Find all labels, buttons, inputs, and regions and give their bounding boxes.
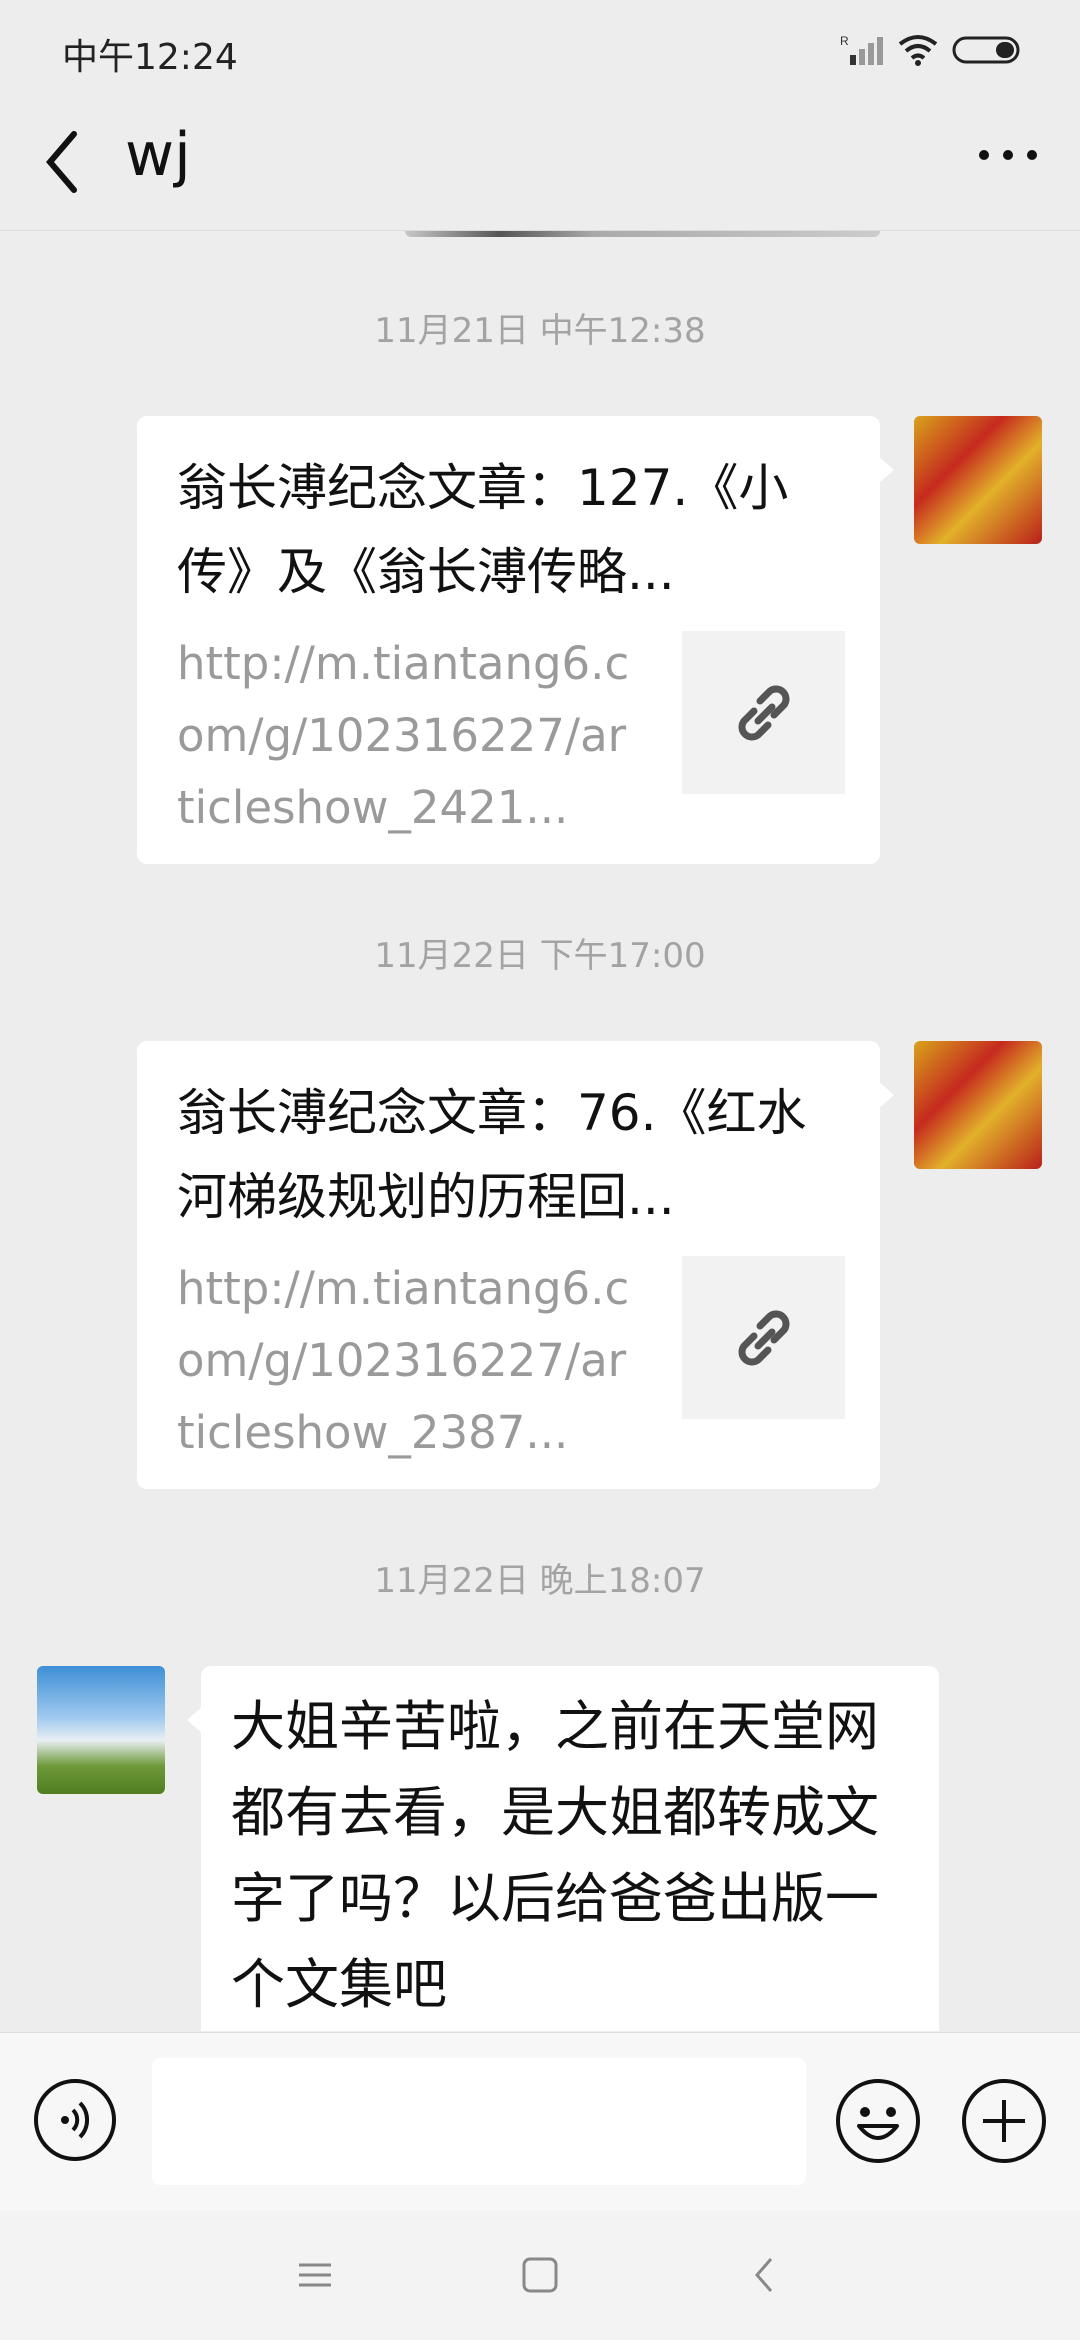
link-card-message[interactable]: 翁长溥纪念文章：127.《小传》及《翁长溥传略... http://m.tian…: [137, 416, 894, 864]
my-avatar[interactable]: [914, 416, 1042, 544]
emoji-icon[interactable]: [835, 2078, 921, 2164]
input-bar: [0, 2032, 1080, 2211]
battery-icon: [952, 36, 1020, 64]
status-time: 中午12:24: [62, 37, 238, 78]
chat-header: wj: [0, 100, 1080, 231]
link-thumbnail: [682, 631, 845, 794]
menu-icon[interactable]: [293, 2253, 337, 2297]
message-input[interactable]: [152, 2058, 806, 2185]
status-bar: 中午12:24 R: [0, 0, 1080, 100]
back-icon[interactable]: [743, 2253, 787, 2297]
back-chevron-icon[interactable]: [40, 122, 100, 202]
message-text: 大姐辛苦啦，之前在天堂网都有去看，是大姐都转成文字了吗？以后给爸爸出版一个文集吧: [231, 1695, 879, 2016]
text-message-bubble[interactable]: 大姐辛苦啦，之前在天堂网都有去看，是大姐都转成文字了吗？以后给爸爸出版一个文集吧: [187, 1666, 939, 2031]
link-url: http://m.tiantang6.com/g/102316227/artic…: [177, 1262, 630, 1459]
link-icon: [738, 685, 789, 740]
timestamp: 11月21日 中午12:38: [374, 311, 706, 351]
svg-text:R: R: [840, 34, 849, 48]
timestamp: 11月22日 下午17:00: [374, 936, 706, 976]
my-avatar[interactable]: [914, 1041, 1042, 1169]
link-card-message[interactable]: 翁长溥纪念文章：76.《红水河梯级规划的历程回... http://m.tian…: [137, 1041, 894, 1489]
contact-avatar[interactable]: [37, 1666, 165, 1794]
wifi-icon: [898, 35, 938, 66]
link-thumbnail: [682, 1256, 845, 1419]
link-title: 翁长溥纪念文章：127.《小传》及《翁长溥传略...: [177, 459, 789, 601]
link-icon: [738, 1310, 789, 1365]
plus-icon[interactable]: [961, 2078, 1047, 2164]
link-url: http://m.tiantang6.com/g/102316227/artic…: [177, 637, 630, 834]
chat-area[interactable]: 11月21日 中午12:38 翁长溥纪念文章：127.《小传》及《翁长溥传略..…: [0, 231, 1080, 2031]
home-icon[interactable]: [518, 2253, 562, 2297]
more-dots-icon[interactable]: [978, 145, 1038, 165]
timestamp: 11月22日 晚上18:07: [374, 1561, 706, 1601]
previous-image-message[interactable]: [405, 231, 880, 237]
link-title: 翁长溥纪念文章：76.《红水河梯级规划的历程回...: [177, 1084, 807, 1226]
chat-title: wj: [125, 120, 191, 190]
signal-icon: R: [840, 34, 883, 65]
voice-icon[interactable]: [33, 2078, 117, 2162]
status-icons: R: [840, 30, 1022, 70]
system-nav-bar: [0, 2211, 1080, 2340]
